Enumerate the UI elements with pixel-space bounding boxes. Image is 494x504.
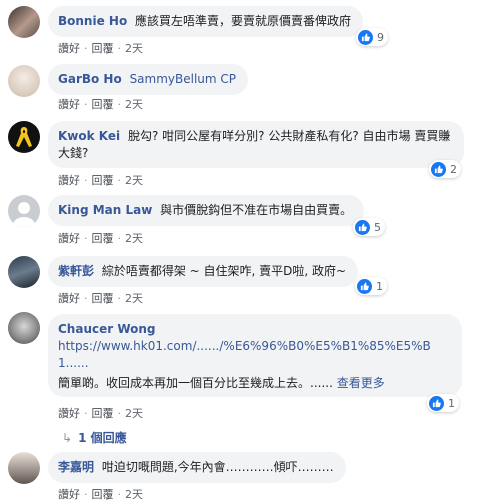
avatar[interactable] [8, 6, 40, 38]
commenter-name[interactable]: Chaucer Wong [58, 322, 156, 336]
avatar[interactable] [8, 65, 40, 97]
comment-actions: 讚好 · 回覆 · 2天 [58, 488, 143, 501]
avatar[interactable] [8, 121, 40, 153]
reply-link[interactable]: 回覆 [92, 98, 114, 111]
timestamp[interactable]: 2天 [125, 42, 143, 55]
comment-actions: 讚好 · 回覆 · 2天 [58, 292, 143, 305]
reaction-number: 1 [376, 279, 383, 293]
commenter-name[interactable]: GarBo Ho [58, 72, 122, 86]
timestamp[interactable]: 2天 [125, 292, 143, 305]
like-link[interactable]: 讚好 [58, 232, 80, 245]
reaction-number: 2 [450, 162, 457, 176]
like-link[interactable]: 讚好 [58, 292, 80, 305]
comment-bubble: Chaucer Wong https://www.hk01.com/......… [48, 314, 462, 397]
like-link[interactable]: 讚好 [58, 407, 80, 420]
reaction-number: 1 [448, 396, 455, 410]
reply-link[interactable]: 回覆 [92, 488, 114, 501]
comment-actions: 讚好 · 回覆 · 2天 [58, 98, 143, 111]
comment-bubble: Kwok Kei 脫勾? 咁同公屋有咩分別? 公共財產私有化? 自由市場 賣買賺… [48, 121, 464, 168]
reaction-count[interactable]: 1 [355, 277, 387, 295]
like-icon [355, 219, 370, 235]
comment-bubble: King Man Law 與市價脫鈎但不准在市場自由買賣。 [48, 195, 365, 226]
like-link[interactable]: 讚好 [58, 42, 80, 55]
reply-link[interactable]: 回覆 [92, 174, 114, 187]
reply-link[interactable]: 回覆 [92, 292, 114, 305]
avatar[interactable] [8, 195, 40, 227]
timestamp[interactable]: 2天 [125, 488, 143, 501]
reaction-number: 5 [374, 220, 381, 234]
commenter-name[interactable]: 紫軒彭 [58, 264, 94, 278]
timestamp[interactable]: 2天 [125, 407, 143, 420]
comment-bubble: Bonnie Ho 應該買左唔準賣，要賣就原價賣番俾政府 [48, 6, 364, 37]
comment-actions: 讚好 · 回覆 · 2天 [58, 407, 143, 420]
default-user-icon [12, 202, 36, 227]
reaction-count[interactable]: 1 [427, 394, 459, 412]
comment-text: 應該買左唔準賣，要賣就原價賣番俾政府 [135, 14, 352, 28]
timestamp[interactable]: 2天 [125, 98, 143, 111]
like-link[interactable]: 讚好 [58, 98, 80, 111]
like-link[interactable]: 讚好 [58, 174, 80, 187]
timestamp[interactable]: 2天 [125, 174, 143, 187]
reply-link[interactable]: 回覆 [92, 232, 114, 245]
like-icon [358, 29, 373, 45]
comment-actions: 讚好 · 回覆 · 2天 [58, 42, 143, 55]
comment-text: 與市價脫鈎但不准在市場自由買賣。 [160, 203, 353, 217]
see-more-link[interactable]: 查看更多 [337, 376, 385, 390]
yellow-ribbon-icon [16, 127, 32, 147]
comment-bubble: 紫軒彭 綜於唔賣都得架 ~ 自住架咋, 賣平D啦, 政府~ [48, 256, 359, 287]
avatar[interactable] [8, 256, 40, 288]
avatar[interactable] [8, 452, 40, 484]
comment-text: 綜於唔賣都得架 ~ 自住架咋, 賣平D啦, 政府~ [101, 264, 347, 278]
reply-link[interactable]: 回覆 [92, 407, 114, 420]
reaction-number: 9 [377, 30, 384, 44]
commenter-name[interactable]: Bonnie Ho [58, 14, 127, 28]
like-link[interactable]: 讚好 [58, 488, 80, 501]
comment-bubble: GarBo Ho SammyBellum CP [48, 64, 249, 95]
reaction-count[interactable]: 9 [356, 28, 388, 46]
comment-actions: 讚好 · 回覆 · 2天 [58, 174, 143, 187]
replies-count: 1 個回應 [78, 431, 127, 445]
commenter-name[interactable]: King Man Law [58, 203, 152, 217]
commenter-name[interactable]: Kwok Kei [58, 129, 120, 143]
like-icon [357, 278, 372, 294]
reaction-count[interactable]: 2 [429, 160, 461, 178]
timestamp[interactable]: 2天 [125, 232, 143, 245]
reply-arrow-icon: ↳ [62, 431, 73, 445]
commenter-name[interactable]: 李嘉明 [58, 460, 94, 474]
reply-link[interactable]: 回覆 [92, 42, 114, 55]
tagged-user[interactable]: SammyBellum CP [130, 72, 236, 86]
comment-link[interactable]: https://www.hk01.com/....../%E6%96%B0%E5… [58, 338, 450, 372]
comment-actions: 讚好 · 回覆 · 2天 [58, 232, 143, 245]
like-icon [429, 395, 444, 411]
avatar[interactable] [8, 312, 40, 344]
comment-text: 咁迫切嘅問題,今年內會…………傾吓……… [101, 460, 334, 474]
like-icon [431, 161, 446, 177]
comment-bubble: 李嘉明 咁迫切嘅問題,今年內會…………傾吓……… [48, 452, 346, 483]
view-replies-link[interactable]: ↳ 1 個回應 [62, 429, 127, 446]
comment-text: 簡單啲。收回成本再加一個百分比至幾成上去。...... [58, 376, 333, 390]
reaction-count[interactable]: 5 [353, 218, 385, 236]
